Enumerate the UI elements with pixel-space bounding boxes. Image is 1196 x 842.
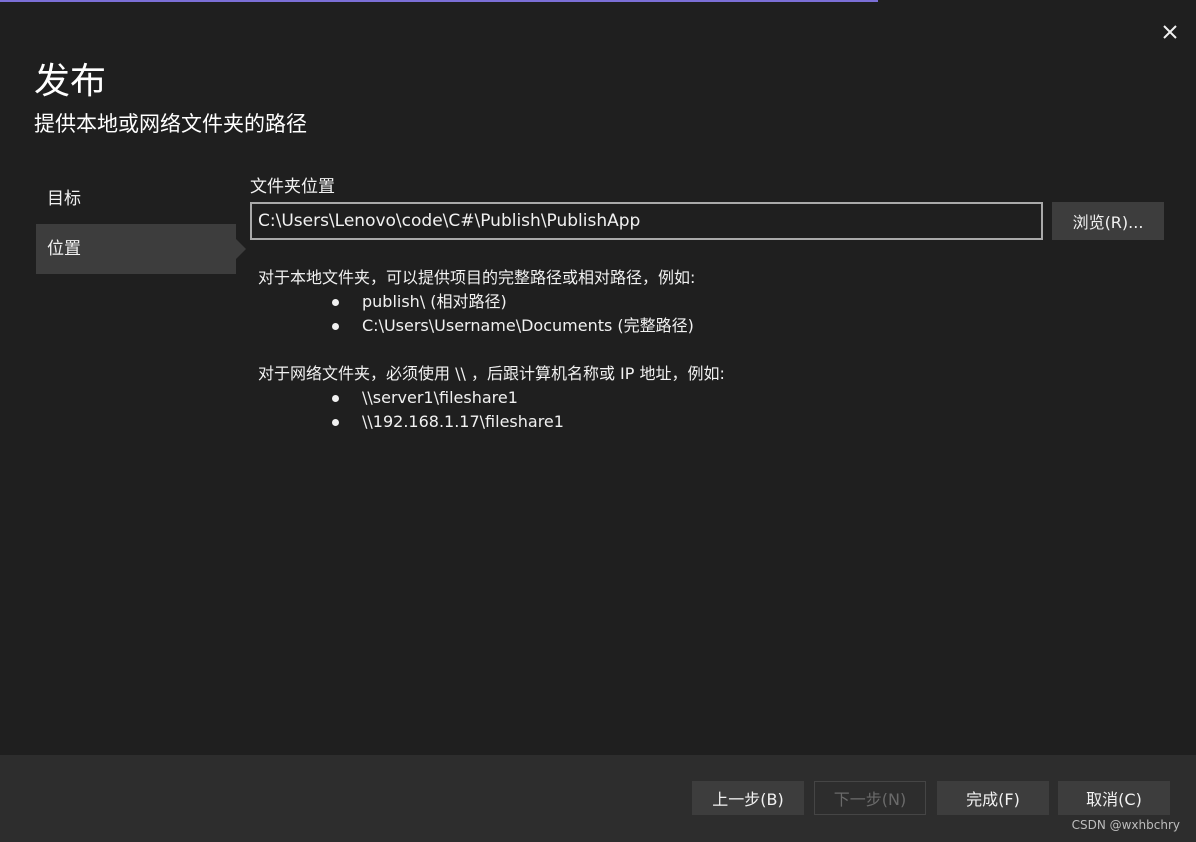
nav-item-target[interactable]: 目标 (36, 174, 236, 224)
network-examples: \\server1\fileshare1 \\192.168.1.17\file… (258, 386, 725, 434)
step-nav: 目标 位置 (36, 174, 246, 274)
browse-button[interactable]: 浏览(R)... (1052, 202, 1164, 240)
local-examples: publish\ (相对路径) C:\Users\Username\Docume… (258, 290, 725, 338)
list-item: publish\ (相对路径) (258, 290, 725, 314)
next-button[interactable]: 下一步(N) (814, 781, 926, 815)
network-intro: 对于网络文件夹，必须使用 \\ ，后跟计算机名称或 IP 地址，例如: (258, 364, 725, 383)
list-item: \\192.168.1.17\fileshare1 (258, 410, 725, 434)
help-text: 对于本地文件夹，可以提供项目的完整路径或相对路径，例如: publish\ (相… (258, 266, 725, 434)
prev-button[interactable]: 上一步(B) (692, 781, 804, 815)
finish-button[interactable]: 完成(F) (937, 781, 1049, 815)
close-button[interactable] (1158, 20, 1182, 44)
local-intro: 对于本地文件夹，可以提供项目的完整路径或相对路径，例如: (258, 268, 696, 287)
folder-path-input[interactable] (250, 202, 1043, 240)
list-item: C:\Users\Username\Documents (完整路径) (258, 314, 725, 338)
nav-item-label: 位置 (47, 239, 81, 259)
folder-location-label: 文件夹位置 (250, 177, 335, 197)
publish-dialog: 发布 提供本地或网络文件夹的路径 目标 位置 文件夹位置 浏览(R)... 对于… (0, 0, 1196, 842)
dialog-title: 发布 (34, 61, 107, 102)
watermark: CSDN @wxhbchry (1071, 818, 1180, 832)
accent-bar (0, 0, 878, 2)
dialog-footer: 上一步(B) 下一步(N) 完成(F) 取消(C) CSDN @wxhbchry (0, 755, 1196, 842)
cancel-button[interactable]: 取消(C) (1058, 781, 1170, 815)
nav-item-location[interactable]: 位置 (36, 224, 246, 274)
list-item: \\server1\fileshare1 (258, 386, 725, 410)
nav-item-label: 目标 (47, 189, 81, 209)
close-icon (1163, 25, 1177, 39)
dialog-subtitle: 提供本地或网络文件夹的路径 (34, 112, 307, 136)
